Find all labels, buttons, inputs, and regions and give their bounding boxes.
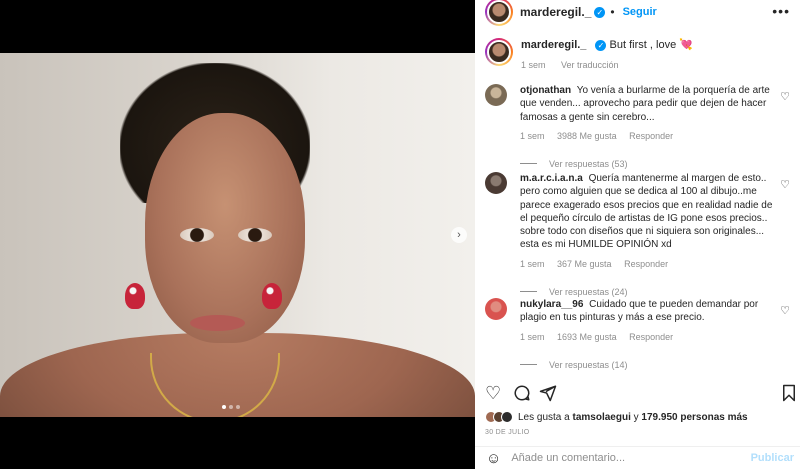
post-header: marderegil._ ✓ • Seguir ••• — [475, 0, 800, 26]
comment-likes[interactable]: 3988 Me gusta — [557, 131, 617, 141]
carousel-dot — [222, 405, 226, 409]
photo-eye-right — [238, 228, 272, 242]
comment-time[interactable]: 1 sem — [520, 259, 545, 269]
likes-prefix: Les gusta a — [518, 411, 570, 423]
avatar-image — [487, 40, 511, 64]
replies-line — [520, 364, 537, 366]
comment-avatar[interactable] — [485, 298, 507, 320]
caption-username[interactable]: marderegil._ — [521, 39, 586, 51]
view-replies-label: Ver respuestas (53) — [549, 158, 628, 169]
post-media: › — [0, 0, 475, 469]
photo-earring-right — [262, 283, 282, 309]
view-replies-link[interactable]: Ver respuestas (14) — [520, 360, 790, 370]
likes-user[interactable]: tamsolaegui — [573, 412, 631, 423]
emoji-icon[interactable]: ☺ — [486, 450, 501, 467]
comment-item: otjonathan Yo venía a burlarme de la por… — [485, 84, 790, 172]
caption-meta: 1 sem Ver traducción — [521, 58, 693, 72]
separator-dot: • — [610, 5, 615, 19]
caption-text-block: marderegil._ ✓ But first , love 💘 1 sem … — [521, 38, 693, 72]
bookmark-icon[interactable] — [781, 382, 797, 407]
header-username[interactable]: marderegil._ — [520, 5, 591, 19]
carousel-dots — [222, 405, 240, 409]
comment-body: m.a.r.c.i.a.n.a Quería mantenerme al mar… — [520, 172, 773, 252]
view-replies-label: Ver respuestas (14) — [549, 359, 628, 370]
comment-time[interactable]: 1 sem — [520, 131, 545, 141]
reply-button[interactable]: Responder — [624, 259, 668, 269]
likes-text: Les gusta a tamsolaegui y 179.950 person… — [518, 412, 748, 423]
heart-icon[interactable]: ♡ — [780, 90, 790, 103]
avatar[interactable] — [485, 0, 513, 26]
view-replies-link[interactable]: Ver respuestas (53) — [520, 159, 790, 169]
comment-username[interactable]: m.a.r.c.i.a.n.a — [520, 173, 583, 184]
likes-middle: y — [633, 411, 639, 423]
photo-eye-left — [180, 228, 214, 242]
view-replies-label: Ver respuestas (24) — [549, 286, 628, 297]
reply-button[interactable]: Responder — [629, 131, 673, 141]
photo-earring-left — [125, 283, 145, 309]
liker-avatar — [501, 411, 513, 423]
publish-button[interactable]: Publicar — [751, 452, 794, 464]
comment-body: nukylara__96 Cuidado que te pueden deman… — [520, 298, 773, 325]
translation-link[interactable]: Ver traducción — [561, 60, 619, 70]
comment-input[interactable] — [511, 452, 742, 464]
heart-icon[interactable]: ♡ — [485, 382, 501, 404]
comment-list: otjonathan Yo venía a burlarme de la por… — [485, 84, 790, 370]
photo-face — [145, 113, 305, 343]
post-date[interactable]: 30 DE JULIO — [485, 429, 530, 436]
post-photo[interactable] — [0, 53, 475, 417]
comment-avatar[interactable] — [485, 84, 507, 106]
more-icon[interactable]: ••• — [772, 3, 790, 19]
heart-icon[interactable]: ♡ — [780, 304, 790, 317]
caption-text: But first , love 💘 — [609, 39, 693, 51]
post-caption: marderegil._ ✓ But first , love 💘 1 sem … — [485, 38, 790, 72]
comment-likes[interactable]: 1693 Me gusta — [557, 332, 617, 342]
comment-time[interactable]: 1 sem — [520, 332, 545, 342]
comment-item: nukylara__96 Cuidado que te pueden deman… — [485, 298, 790, 370]
action-bar: ♡ — [485, 382, 795, 404]
likes-summary[interactable]: Les gusta a tamsolaegui y 179.950 person… — [485, 411, 748, 423]
caption-avatar[interactable] — [485, 38, 513, 66]
carousel-dot — [229, 405, 233, 409]
comment-avatar[interactable] — [485, 172, 507, 194]
view-replies-link[interactable]: Ver respuestas (24) — [520, 287, 790, 297]
photo-lips — [190, 315, 245, 331]
comment-username[interactable]: otjonathan — [520, 85, 571, 96]
comment-icon[interactable] — [513, 382, 531, 407]
likes-count[interactable]: 179.950 — [641, 412, 677, 423]
verified-icon: ✓ — [594, 6, 606, 18]
comment-text: Quería mantenerme al margen de esto.. pe… — [520, 173, 773, 251]
share-icon[interactable] — [539, 382, 557, 407]
follow-button[interactable]: Seguir — [623, 6, 657, 18]
post-panel: marderegil._ ✓ • Seguir ••• marderegil._… — [475, 0, 800, 469]
avatar-image — [487, 0, 511, 24]
carousel-dot — [236, 405, 240, 409]
chevron-right-icon[interactable]: › — [451, 227, 467, 243]
comment-composer: ☺ Publicar — [475, 446, 800, 469]
caption-time[interactable]: 1 sem — [521, 60, 546, 70]
heart-icon[interactable]: ♡ — [780, 178, 790, 191]
comment-meta: 1 sem 3988 Me gusta Responder — [520, 131, 790, 141]
replies-line — [520, 291, 537, 293]
reply-button[interactable]: Responder — [629, 332, 673, 342]
likes-suffix[interactable]: personas más — [680, 412, 747, 423]
comment-body: otjonathan Yo venía a burlarme de la por… — [520, 84, 773, 124]
replies-line — [520, 163, 537, 165]
comment-meta: 1 sem 367 Me gusta Responder — [520, 259, 790, 269]
comment-meta: 1 sem 1693 Me gusta Responder — [520, 332, 790, 342]
comment-item: m.a.r.c.i.a.n.a Quería mantenerme al mar… — [485, 172, 790, 298]
verified-icon: ✓ — [595, 40, 607, 51]
comment-username[interactable]: nukylara__96 — [520, 299, 583, 310]
comment-likes[interactable]: 367 Me gusta — [557, 259, 612, 269]
